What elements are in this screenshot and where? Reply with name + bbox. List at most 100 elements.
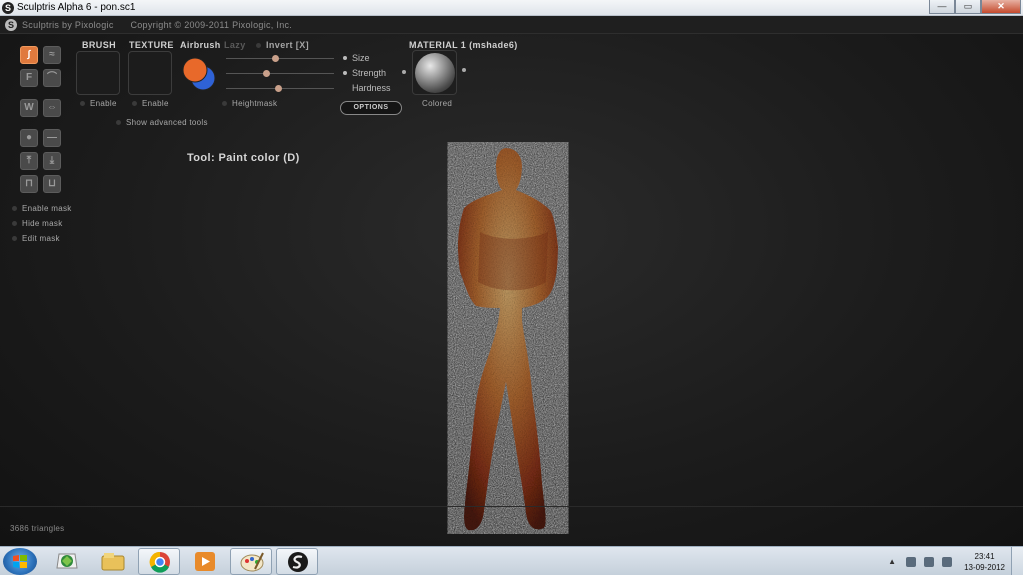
enable-mask-option[interactable]: Enable mask [12,204,72,213]
material-prev-icon[interactable] [402,70,406,74]
taskbar-media-player[interactable] [184,548,226,575]
minimize-icon: — [937,1,947,11]
edit-mask-checkbox[interactable] [12,236,17,241]
sculpted-figure-model[interactable] [440,142,580,534]
hide-mask-option[interactable]: Hide mask [12,219,63,228]
clock[interactable]: 23:41 13-09-2012 [964,551,1005,573]
chrome-icon [149,551,170,573]
brush-enable-checkbox[interactable] [80,101,85,106]
product-name: Sculptris by Pixologic [22,20,114,30]
unmask-icon: ⊔ [48,178,56,189]
heightmask-checkbox[interactable] [222,101,227,106]
material-next-icon[interactable] [462,68,466,72]
copyright-text: Copyright © 2009-2011 Pixologic, Inc. [130,20,293,30]
heightmask-option[interactable]: Heightmask [222,99,277,108]
tool-button-pinch[interactable]: W [20,99,38,117]
strength-slider-handle[interactable] [262,70,270,77]
lazy-label[interactable]: Lazy [224,40,246,50]
tool-button-grab[interactable]: ● [20,129,38,147]
tool-button-scale[interactable]: — [43,129,61,147]
triangle-count: 3686 triangles [10,524,65,533]
reduce-icon: ⤓ [49,155,55,166]
texture-enable-checkbox[interactable] [132,101,137,106]
invert-checkbox[interactable] [256,42,261,48]
texture-label: TEXTURE [129,40,174,50]
crease-icon: ≈ [49,49,55,60]
material-sphere [415,53,455,93]
current-tool-label: Tool: Paint color (D) [187,152,300,164]
minimize-button[interactable]: — [929,0,955,14]
brush-enable-option[interactable]: Enable [80,99,117,108]
hardness-label-text: Hardness [352,83,391,93]
maximize-button[interactable]: ▭ [955,0,981,14]
window-title-bar: S Sculptris Alpha 6 - pon.sc1 — ▭ ✕ [0,0,1023,16]
primary-color-swatch[interactable] [182,57,208,83]
sculptris-viewport[interactable]: S Sculptris by Pixologic Copyright © 200… [0,16,1023,546]
windows-taskbar: ▲ 23:41 13-09-2012 [0,546,1023,575]
pixologic-logo-icon[interactable]: S [5,19,17,31]
system-tray: ▲ 23:41 13-09-2012 [888,547,1023,575]
start-button[interactable] [3,548,37,575]
flatten-icon: F [25,72,33,83]
hardness-label: Hardness [343,83,391,93]
hide-mask-label: Hide mask [22,219,63,228]
enable-mask-label: Enable mask [22,204,72,213]
mask-icon: ⊓ [25,178,33,189]
tool-button-crease[interactable]: ≈ [43,46,61,64]
tool-button-rotate[interactable]: ⤒ [20,152,38,170]
taskbar-sculptris[interactable] [276,548,318,575]
taskbar-explorer[interactable] [92,548,134,575]
close-icon: ✕ [997,1,1005,11]
show-hidden-icons-icon[interactable]: ▲ [888,557,896,566]
heightmask-label: Heightmask [232,99,278,108]
clock-date: 13-09-2012 [964,562,1005,572]
tool-button-draw[interactable]: ∫ [20,46,38,64]
show-desktop-button[interactable] [1011,547,1023,575]
media-player-icon [195,552,215,571]
colored-label[interactable]: Colored [422,99,452,108]
hardness-slider-handle[interactable] [274,85,282,92]
hardness-slider[interactable] [226,85,334,92]
taskbar-vlc[interactable] [46,548,88,575]
size-label-text: Size [352,53,370,63]
texture-enable-option[interactable]: Enable [132,99,169,108]
tool-button-mask[interactable]: ⊓ [20,175,38,193]
brush-slot[interactable] [76,51,120,95]
strength-label-text: Strength [352,68,387,78]
tool-button-unmask[interactable]: ⊔ [43,175,61,193]
tool-button-reduce[interactable]: ⤓ [43,152,61,170]
inflate-icon: ⌒ [47,72,57,83]
size-slider[interactable] [226,55,334,62]
draw-icon: ∫ [27,49,31,60]
taskbar-paint[interactable] [230,548,272,575]
scale-icon: — [47,132,57,143]
network-icon[interactable] [906,556,917,567]
sculptris-app-icon[interactable]: S [2,2,14,14]
hide-mask-checkbox[interactable] [12,221,17,226]
edit-mask-option[interactable]: Edit mask [12,234,60,243]
brush-enable-label: Enable [90,99,117,108]
enable-mask-checkbox[interactable] [12,206,17,211]
tool-button-smooth[interactable]: ⇔ [43,99,61,117]
texture-slot[interactable] [128,51,172,95]
strength-slider[interactable] [226,70,334,77]
show-advanced-checkbox[interactable] [116,120,121,125]
edit-mask-label: Edit mask [22,234,60,243]
color-picker[interactable] [180,56,218,92]
show-advanced-tools-option[interactable]: Show advanced tools [116,118,208,127]
airbrush-label[interactable]: Airbrush [180,40,221,50]
restore-icon: ▭ [963,1,973,11]
explorer-folder-icon [101,553,125,571]
size-slider-handle[interactable] [271,55,279,62]
invert-label: Invert [X] [266,40,310,50]
battery-icon[interactable] [942,556,953,567]
tool-button-inflate[interactable]: ⌒ [43,69,61,87]
window-title: Sculptris Alpha 6 - pon.sc1 [17,2,136,13]
tool-button-flatten[interactable]: F [20,69,38,87]
options-button[interactable]: OPTIONS [340,101,402,115]
material-preview[interactable] [412,50,457,95]
invert-option[interactable]: Invert [X] [256,40,309,50]
volume-icon[interactable] [924,556,935,567]
taskbar-chrome[interactable] [138,548,180,575]
close-button[interactable]: ✕ [981,0,1021,14]
